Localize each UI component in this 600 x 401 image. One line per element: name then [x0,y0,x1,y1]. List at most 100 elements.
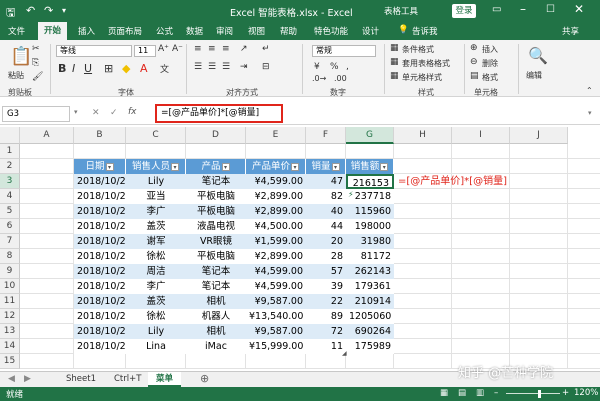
table-cell[interactable]: 89 [306,309,346,324]
row-header-12[interactable]: 12 [0,309,20,324]
format-icon[interactable]: ▤ [470,71,479,81]
table-cell[interactable]: 平板电脑 [186,249,246,264]
filter-dropdown-icon[interactable]: ▾ [105,162,114,171]
column-header-f[interactable]: F [306,127,346,144]
login-button[interactable]: 登录 [452,4,476,18]
prev-sheet-icon[interactable]: ◀ [8,374,15,384]
row-header-2[interactable]: 2 [0,159,20,174]
table-resize-handle[interactable]: ◢ [342,350,347,357]
column-header-b[interactable]: B [74,127,126,144]
tab-view[interactable]: 视图 [248,25,265,37]
table-cell[interactable]: 57 [306,264,346,279]
table-header-cell[interactable]: 销量 ▾ [306,159,346,174]
table-cell[interactable]: 2018/10/24 [74,309,126,324]
sheet-tab-ctrl-t[interactable]: Ctrl+T [106,372,149,387]
tab-help[interactable]: 帮助 [280,25,297,37]
row-header-1[interactable]: 1 [0,144,20,159]
table-cell[interactable]: 2018/10/24 [74,234,126,249]
table-cell[interactable]: 相机 [186,324,246,339]
align-bottom-icon[interactable]: ≡ [222,44,230,54]
table-cell[interactable]: 液晶电视 [186,219,246,234]
customize-qa-icon[interactable]: ▾ [62,6,66,15]
table-cell[interactable]: 2018/10/24 [74,294,126,309]
search-icon[interactable]: 🔍 [528,46,548,65]
cut-icon[interactable]: ✂ [32,44,40,54]
format-button[interactable]: 格式 [482,72,498,83]
normal-view-icon[interactable]: ▦ [440,388,448,398]
decrease-decimal-icon[interactable]: .00 [334,74,347,83]
row-header-10[interactable]: 10 [0,279,20,294]
tab-home[interactable]: 开始 [38,22,68,40]
row-header-14[interactable]: 14 [0,339,20,354]
table-cell[interactable]: 徐松 [126,309,186,324]
table-cell[interactable]: 机器人 [186,309,246,324]
table-cell[interactable]: 2018/10/24 [74,339,126,354]
row-header-7[interactable]: 7 [0,234,20,249]
table-cell[interactable]: 徐松 [126,249,186,264]
table-header-cell[interactable]: 产品单价 ▾ [246,159,306,174]
autocorrect-options-icon[interactable]: ⚡ [348,190,354,199]
tell-me-box[interactable]: 告诉我 [412,25,438,37]
tab-page-layout[interactable]: 页面布局 [108,25,142,37]
save-icon[interactable]: 🖫 [6,4,15,23]
table-cell[interactable]: ¥2,899.00 [246,189,306,204]
sheet-tab-menu[interactable]: 菜单 [148,372,182,387]
maximize-icon[interactable]: ☐ [546,4,555,15]
filter-dropdown-icon[interactable]: ▾ [221,162,230,171]
column-header-d[interactable]: D [186,127,246,144]
table-format-icon[interactable]: ▦ [390,57,399,67]
table-cell[interactable]: 2018/10/24 [74,174,126,189]
table-cell[interactable]: 216153 [346,174,394,189]
comma-icon[interactable]: , [346,62,349,72]
table-cell[interactable]: 262143 [346,264,394,279]
table-cell[interactable]: 1205060 [346,309,394,324]
table-cell[interactable]: 28 [306,249,346,264]
table-cell[interactable]: ¥4,599.00 [246,264,306,279]
name-box-dropdown-icon[interactable]: ▾ [74,108,78,116]
column-header-g[interactable]: G [346,127,394,144]
table-cell[interactable]: 相机 [186,294,246,309]
table-cell[interactable]: ¥15,999.00 [246,339,306,354]
table-cell[interactable]: 2018/10/24 [74,249,126,264]
table-cell[interactable]: 李广 [126,204,186,219]
table-cell[interactable]: 平板电脑 [186,189,246,204]
row-header-4[interactable]: 4 [0,189,20,204]
table-cell[interactable]: 47 [306,174,346,189]
table-cell[interactable]: 690264 [346,324,394,339]
table-cell[interactable]: 115960 [346,204,394,219]
filter-dropdown-icon[interactable]: ▾ [380,162,389,171]
tab-insert[interactable]: 插入 [78,25,95,37]
table-cell[interactable]: iMac [186,339,246,354]
table-cell[interactable]: 22 [306,294,346,309]
table-cell[interactable]: 2018/10/24 [74,204,126,219]
table-cell[interactable]: 72 [306,324,346,339]
column-header-a[interactable]: A [20,127,74,144]
table-cell[interactable]: 笔记本 [186,279,246,294]
italic-icon[interactable]: I [72,62,75,75]
merge-icon[interactable]: ⊟ [262,62,270,72]
table-cell[interactable]: 31980 [346,234,394,249]
table-cell[interactable]: Lina [126,339,186,354]
table-cell[interactable]: 盖茨 [126,219,186,234]
table-cell[interactable]: ¥4,500.00 [246,219,306,234]
row-header-5[interactable]: 5 [0,204,20,219]
select-all-corner[interactable] [0,127,20,144]
insert-icon[interactable]: ⊕ [470,43,478,53]
table-cell[interactable]: 198000 [346,219,394,234]
table-cell[interactable]: ¥4,599.00 [246,174,306,189]
table-cell[interactable]: 179361 [346,279,394,294]
edit-button[interactable]: 编辑 [526,70,542,81]
table-cell[interactable]: ¥9,587.00 [246,324,306,339]
tab-data[interactable]: 数据 [186,25,203,37]
table-cell[interactable]: VR眼镜 [186,234,246,249]
row-header-11[interactable]: 11 [0,294,20,309]
insert-button[interactable]: 插入 [482,44,498,55]
table-cell[interactable]: 2018/10/24 [74,189,126,204]
row-header-3[interactable]: 3 [0,174,20,189]
align-right-icon[interactable]: ☰ [222,62,230,72]
font-size-select[interactable]: 11 [134,45,156,57]
grow-font-icon[interactable]: A⁺ [158,44,169,54]
table-cell[interactable]: 11 [306,339,346,354]
wrap-text-icon[interactable]: ↵ [262,44,270,54]
align-top-icon[interactable]: ≡ [194,44,202,54]
